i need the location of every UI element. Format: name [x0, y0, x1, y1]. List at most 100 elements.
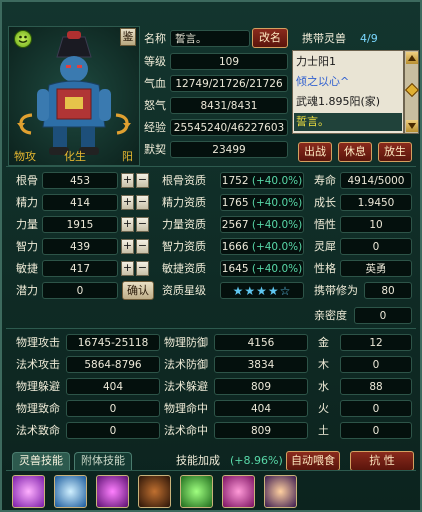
aptitude-label: 敏捷资质: [162, 262, 206, 275]
minus-button[interactable]: −: [136, 195, 149, 210]
divider: [6, 328, 416, 329]
fight-button[interactable]: 出战: [298, 142, 332, 162]
list-item[interactable]: 武魂1.895阳(家): [296, 93, 380, 111]
skill-icon[interactable]: [138, 475, 171, 508]
hp-label: 气血: [144, 77, 166, 90]
combat-label: 物理躲避: [16, 380, 60, 393]
combat-label: 法术躲避: [164, 380, 208, 393]
exp-label: 经验: [144, 121, 166, 134]
appraise-button[interactable]: 鉴: [120, 28, 136, 46]
name-field: 誓言。: [170, 30, 250, 47]
skill-icon[interactable]: [54, 475, 87, 508]
combat-value: 0: [66, 400, 160, 417]
stat-label: 性格: [314, 262, 336, 275]
minus-button[interactable]: −: [136, 173, 149, 188]
attr-label: 精力: [16, 196, 38, 209]
skill-bonus-label: 技能加成: [176, 454, 220, 467]
plus-button[interactable]: +: [121, 195, 134, 210]
rename-button[interactable]: 改名: [252, 28, 288, 48]
evolve-label: 化生: [64, 150, 86, 163]
stat-value: 0: [340, 238, 412, 255]
minus-button[interactable]: −: [136, 217, 149, 232]
skill-icon[interactable]: [222, 475, 255, 508]
cultivation-value: 80: [364, 282, 412, 299]
minus-button[interactable]: −: [136, 261, 149, 276]
stat-value: 10: [340, 216, 412, 233]
release-button[interactable]: 放生: [378, 142, 412, 162]
skill-icon[interactable]: [180, 475, 213, 508]
attr-label: 智力: [16, 240, 38, 253]
combat-label: 物理命中: [164, 402, 208, 415]
hp-value: 12749/21726/21726: [170, 75, 288, 92]
carried-list: 力士阳1 倾之以心^ 武魂1.895阳(家) 誓言。: [292, 50, 404, 134]
stat-label: 寿命: [314, 174, 336, 187]
potential-value: 0: [42, 282, 118, 299]
mp-label: 怒气: [144, 99, 166, 112]
combat-value: 3834: [214, 356, 308, 373]
resistance-button[interactable]: 抗 性: [350, 451, 414, 471]
element-value: 88: [340, 378, 412, 395]
aptitude-value: 1752 (+40.0%): [220, 172, 304, 189]
list-item-label: 誓言。: [296, 115, 329, 128]
stat-value: 4914/5000: [340, 172, 412, 189]
plus-button[interactable]: +: [121, 217, 134, 232]
attr-value: 1915: [42, 216, 118, 233]
plus-button[interactable]: +: [121, 239, 134, 254]
divider: [6, 166, 416, 167]
skill-icon[interactable]: [264, 475, 297, 508]
scroll-down-icon[interactable]: [406, 120, 418, 132]
attack-type-label: 物攻: [14, 150, 36, 163]
aptitude-value: 1645 (+40.0%): [220, 260, 304, 277]
minus-button[interactable]: −: [136, 239, 149, 254]
element-value: 0: [340, 356, 412, 373]
scroll-up-icon[interactable]: [406, 52, 418, 64]
rotate-left-icon[interactable]: [16, 112, 38, 136]
element-value: 0: [340, 422, 412, 439]
skill-icon[interactable]: [12, 475, 45, 508]
smiley-icon[interactable]: [14, 30, 32, 48]
element-label: 木: [318, 358, 329, 371]
element-value: 0: [340, 400, 412, 417]
skill-icon[interactable]: [96, 475, 129, 508]
auto-feed-button[interactable]: 自动喂食: [286, 451, 340, 471]
aptitude-stars: ★★★★☆: [220, 282, 304, 299]
element-label: 阳: [122, 150, 133, 163]
combat-label: 物理攻击: [16, 336, 60, 349]
name-label: 名称: [144, 32, 166, 45]
attr-label: 根骨: [16, 174, 38, 187]
combat-label: 法术命中: [164, 424, 208, 437]
attr-value: 417: [42, 260, 118, 277]
stat-value: 英勇: [340, 260, 412, 277]
aptitude-star-label: 资质星级: [162, 284, 206, 297]
rest-button[interactable]: 休息: [338, 142, 372, 162]
stat-label: 成长: [314, 196, 336, 209]
aptitude-label: 根骨资质: [162, 174, 206, 187]
pet-panel: 鉴 物攻 化生 阳 名称 誓言。 改名 等级 109 气血 12749/2172…: [0, 0, 422, 512]
element-value: 12: [340, 334, 412, 351]
rotate-right-icon[interactable]: [110, 112, 132, 136]
combat-value: 4156: [214, 334, 308, 351]
list-item[interactable]: 力士阳1: [296, 53, 336, 71]
combat-value: 809: [214, 378, 308, 395]
pet-portrait: [37, 31, 111, 155]
aptitude-label: 智力资质: [162, 240, 206, 253]
confirm-button[interactable]: 确认: [122, 281, 154, 300]
list-item-selected[interactable]: 誓言。: [294, 113, 402, 131]
tab-pet-skills[interactable]: 灵兽技能: [12, 452, 70, 470]
attr-label: 敏捷: [16, 262, 38, 275]
intimacy-value: 0: [354, 307, 412, 324]
element-label: 金: [318, 336, 329, 349]
scroll-thumb[interactable]: [404, 82, 420, 98]
aptitude-value: 1765 (+40.0%): [220, 194, 304, 211]
list-item[interactable]: 倾之以心^: [296, 73, 349, 91]
intimacy-label: 亲密度: [314, 309, 347, 322]
list-scrollbar[interactable]: [404, 50, 420, 134]
aptitude-value: 2567 (+40.0%): [220, 216, 304, 233]
carried-title: 携带灵兽: [302, 32, 346, 45]
element-label: 土: [318, 424, 329, 437]
element-label: 火: [318, 402, 329, 415]
plus-button[interactable]: +: [121, 261, 134, 276]
cultivation-label: 携带修为: [314, 284, 358, 297]
tab-possess-skills[interactable]: 附体技能: [74, 452, 132, 470]
plus-button[interactable]: +: [121, 173, 134, 188]
